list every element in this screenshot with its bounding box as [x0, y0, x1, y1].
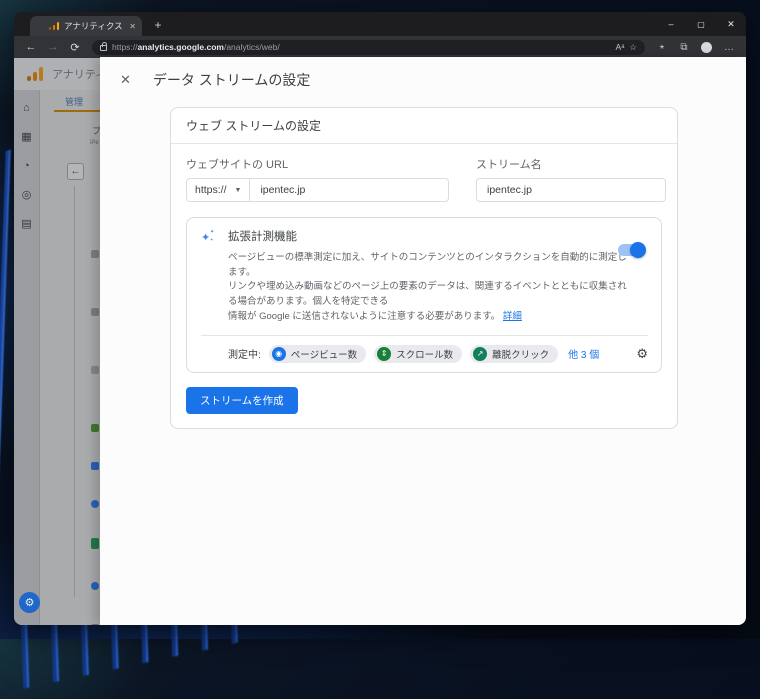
product-link-icon — [91, 500, 99, 508]
property-sub-text: iPe — [90, 140, 99, 146]
outbound-click-icon: ↗ — [473, 346, 488, 361]
website-url-group: ウェブサイトの URL https:// ▼ ipentec.jp — [186, 156, 449, 202]
badge-outbound-clicks: ↗ 離脱クリック — [470, 344, 559, 363]
sparkle-icon: ✦ ✦ ✦ — [201, 229, 215, 244]
scroll-icon: ⇕ — [377, 346, 392, 361]
admin-library-icon[interactable]: ▤ — [21, 218, 31, 230]
enhanced-measurement-section: ✦ ✦ ✦ 拡張計測機能 ページビューの標準測定に加え、サイトのコンテンツとのインタ… — [186, 217, 662, 373]
website-url-input-group: https:// ▼ ipentec.jp — [186, 178, 449, 202]
back-icon[interactable]: ← — [22, 41, 40, 53]
more-items-link[interactable]: 他 3 個 — [568, 346, 599, 361]
collections-icon[interactable]: ⭒ — [653, 42, 671, 53]
admin-list-icon — [91, 308, 99, 316]
dimmed-admin-page: 管理 プ iPe ← — [41, 90, 100, 625]
maximize-button[interactable]: ▢ — [686, 12, 716, 36]
tab-title: アナリティクス — [64, 21, 123, 31]
dialog-header: ✕ データ ストリームの設定 — [100, 57, 746, 90]
section-divider — [201, 334, 648, 336]
new-tab-button[interactable]: + — [150, 18, 166, 32]
tab-close-icon[interactable]: ✕ — [129, 22, 136, 31]
enhanced-measurement-toggle[interactable] — [618, 242, 646, 258]
back-arrow-button[interactable]: ← — [67, 163, 84, 180]
refresh-icon[interactable]: ⟳ — [66, 41, 84, 54]
measuring-label: 測定中: — [228, 350, 261, 362]
browser-window: アナリティクス ✕ + – ▢ ✕ ← → ⟳ https://analytic… — [14, 12, 746, 625]
admin-tab-underline — [54, 110, 100, 112]
nav-rail: ⌂ ▦ ◔ ◎ ▤ ⚙ — [14, 90, 40, 625]
browser-toolbar: ← → ⟳ https://analytics.google.com/analy… — [14, 36, 746, 58]
property-column-text: プ — [92, 126, 100, 136]
minimize-button[interactable]: – — [656, 12, 686, 36]
badge-scrolls: ⇕ スクロール数 — [374, 344, 463, 363]
stream-name-input[interactable]: ipentec.jp — [476, 178, 666, 202]
read-aloud-icon[interactable]: Aᵃ — [616, 42, 625, 52]
eye-icon: ◉ — [271, 346, 286, 361]
gear-icon[interactable]: ⚙ — [636, 346, 648, 362]
measuring-row: 測定中: ◉ ページビュー数 ⇕ スクロール数 ↗ 離脱クリック 他 3 個 ⚙ — [199, 344, 648, 363]
explore-icon[interactable]: ◔ — [23, 160, 30, 172]
tab-groups-icon[interactable]: ⧉ — [675, 42, 693, 53]
browser-tab-analytics[interactable]: アナリティクス ✕ — [30, 16, 142, 36]
chevron-down-icon: ▼ — [234, 186, 242, 194]
forward-icon[interactable]: → — [44, 41, 62, 53]
close-button[interactable]: ✕ — [716, 12, 746, 36]
dialog-title: データ ストリームの設定 — [152, 72, 311, 88]
product-link-icon — [91, 462, 99, 470]
website-url-label: ウェブサイトの URL — [186, 159, 289, 171]
card-header: ウェブ ストリームの設定 — [171, 108, 677, 144]
enhanced-measurement-title: 拡張計測機能 — [228, 231, 297, 243]
product-link-icon — [91, 424, 99, 432]
analytics-logo — [27, 67, 43, 81]
lock-icon — [100, 42, 107, 51]
admin-list-icon — [91, 250, 99, 258]
browser-titlebar: アナリティクス ✕ + – ▢ ✕ — [14, 12, 746, 36]
website-url-input[interactable]: ipentec.jp — [250, 184, 315, 196]
details-link[interactable]: 詳細 — [503, 311, 522, 322]
analytics-app: アナリティクス ⌂ ▦ ◔ ◎ ▤ ⚙ 管理 プ iPe ← ✕ データ ストリ… — [14, 57, 746, 625]
analytics-favicon — [49, 22, 59, 30]
create-stream-button[interactable]: ストリームを作成 — [186, 386, 298, 414]
dialog-close-icon[interactable]: ✕ — [120, 72, 131, 88]
url-text[interactable]: https://analytics.google.com/analytics/w… — [112, 42, 611, 52]
window-controls: – ▢ ✕ — [656, 12, 746, 36]
home-icon[interactable]: ⌂ — [23, 102, 30, 114]
admin-list-icon — [91, 366, 99, 374]
stream-name-label: ストリーム名 — [476, 159, 542, 171]
protocol-select[interactable]: https:// ▼ — [187, 179, 251, 201]
browser-menu-icon[interactable]: … — [720, 42, 738, 53]
data-stream-settings-dialog: ✕ データ ストリームの設定 ウェブ ストリームの設定 ウェブサイトの URL … — [100, 57, 746, 625]
advertising-icon[interactable]: ◎ — [22, 189, 32, 201]
admin-tab-label[interactable]: 管理 — [65, 95, 83, 108]
admin-gear-icon[interactable]: ⚙ — [19, 592, 40, 613]
badge-pageviews: ◉ ページビュー数 — [268, 344, 367, 363]
reports-icon[interactable]: ▦ — [21, 131, 31, 143]
address-bar[interactable]: https://analytics.google.com/analytics/w… — [92, 39, 645, 55]
admin-divider-line — [74, 186, 75, 597]
admin-list-icon — [91, 624, 99, 625]
profile-avatar[interactable] — [701, 41, 712, 53]
stream-name-group: ストリーム名 ipentec.jp — [476, 156, 666, 202]
product-link-icon — [91, 582, 99, 590]
web-stream-card: ウェブ ストリームの設定 ウェブサイトの URL https:// ▼ ipen… — [170, 107, 678, 429]
favorite-star-icon[interactable]: ☆ — [629, 42, 637, 53]
enhanced-measurement-description: ページビューの標準測定に加え、サイトのコンテンツとのインタラクションを自動的に測… — [228, 252, 627, 322]
product-link-icon — [91, 538, 99, 549]
